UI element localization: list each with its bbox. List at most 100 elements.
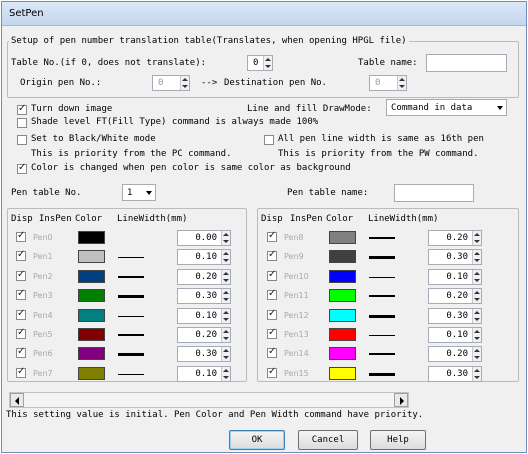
pen-linewidth-spinner[interactable]: 0.10 bbox=[428, 269, 482, 285]
pen-linewidth-spinner[interactable]: 0.20 bbox=[177, 269, 231, 285]
pen-disp-checkbox[interactable] bbox=[16, 288, 26, 300]
pen-width-preview-line bbox=[118, 353, 144, 356]
pen-disp-checkbox[interactable] bbox=[267, 249, 277, 261]
pen-linewidth-spinner[interactable]: 0.30 bbox=[177, 346, 231, 362]
origin-pen-spinner[interactable]: 0 bbox=[152, 75, 190, 91]
pen-linewidth-spin-buttons[interactable] bbox=[221, 347, 230, 361]
pen-label: Pen4 bbox=[33, 311, 53, 320]
pen-color-swatch[interactable] bbox=[78, 250, 105, 263]
pen-linewidth-spinner[interactable]: 0.30 bbox=[428, 249, 482, 265]
turn-down-checkbox[interactable] bbox=[17, 103, 27, 115]
pen-table-no-select[interactable]: 1 bbox=[122, 184, 156, 201]
table-no-spinner[interactable]: 0 bbox=[247, 55, 273, 71]
pen-linewidth-spin-buttons[interactable] bbox=[221, 367, 230, 381]
pen-linewidth-spinner[interactable]: 0.30 bbox=[428, 366, 482, 382]
pen-linewidth-spinner[interactable]: 0.30 bbox=[177, 288, 231, 304]
color-background-checkbox[interactable] bbox=[17, 162, 27, 174]
pen-color-swatch[interactable] bbox=[329, 347, 356, 360]
pen-disp-checkbox[interactable] bbox=[16, 366, 26, 378]
horizontal-scrollbar[interactable] bbox=[9, 392, 409, 408]
shade-level-checkbox[interactable] bbox=[17, 118, 27, 128]
pen-linewidth-spinner[interactable]: 0.10 bbox=[177, 249, 231, 265]
pen-linewidth-spinner[interactable]: 0.10 bbox=[177, 308, 231, 324]
pen-linewidth-spin-buttons[interactable] bbox=[472, 289, 481, 303]
pen-color-swatch[interactable] bbox=[329, 328, 356, 341]
table-no-value: 0 bbox=[253, 58, 259, 68]
pen-color-swatch[interactable] bbox=[329, 231, 356, 244]
pen-linewidth-value: 0.10 bbox=[195, 369, 217, 379]
pen-linewidth-spinner[interactable]: 0.20 bbox=[177, 327, 231, 343]
table-name-field[interactable] bbox=[426, 54, 507, 72]
pen-disp-checkbox[interactable] bbox=[267, 308, 277, 320]
pen-linewidth-spin-buttons[interactable] bbox=[221, 231, 230, 245]
pen-color-swatch[interactable] bbox=[78, 347, 105, 360]
pen-linewidth-spin-buttons[interactable] bbox=[221, 250, 230, 264]
pen-disp-checkbox[interactable] bbox=[267, 327, 277, 339]
scroll-left-button[interactable] bbox=[10, 393, 24, 407]
pen-label: Pen2 bbox=[33, 272, 53, 281]
pen-linewidth-spinner[interactable]: 0.20 bbox=[428, 288, 482, 304]
all-pen-width-checkbox[interactable] bbox=[264, 135, 274, 145]
pen-disp-checkbox[interactable] bbox=[267, 288, 277, 300]
pen-linewidth-spin-buttons[interactable] bbox=[472, 309, 481, 323]
pen-color-swatch[interactable] bbox=[78, 309, 105, 322]
help-button[interactable]: Help bbox=[370, 430, 426, 450]
pen-linewidth-spinner[interactable]: 0.30 bbox=[428, 308, 482, 324]
pen-linewidth-spin-buttons[interactable] bbox=[472, 367, 481, 381]
pen-linewidth-spinner[interactable]: 0.20 bbox=[428, 346, 482, 362]
pen-color-swatch[interactable] bbox=[78, 289, 105, 302]
pen-linewidth-spinner[interactable]: 0.00 bbox=[177, 230, 231, 246]
pen-linewidth-spin-buttons[interactable] bbox=[472, 250, 481, 264]
pen-color-swatch[interactable] bbox=[78, 270, 105, 283]
pen-color-swatch[interactable] bbox=[78, 231, 105, 244]
pen-color-swatch[interactable] bbox=[329, 270, 356, 283]
table-no-label: Table No.(if 0, does not translate): bbox=[11, 58, 207, 68]
pen-color-swatch[interactable] bbox=[329, 250, 356, 263]
pen-linewidth-spin-buttons[interactable] bbox=[221, 328, 230, 342]
pen-linewidth-spin-buttons[interactable] bbox=[472, 347, 481, 361]
pen-disp-checkbox[interactable] bbox=[267, 230, 277, 242]
pen-disp-checkbox[interactable] bbox=[267, 366, 277, 378]
pen-color-swatch[interactable] bbox=[78, 328, 105, 341]
pen-disp-checkbox[interactable] bbox=[16, 249, 26, 261]
table-no-spin-buttons[interactable] bbox=[263, 56, 272, 70]
line-fill-drawmode-select[interactable]: Command in data bbox=[386, 99, 507, 116]
pen-linewidth-spinner[interactable]: 0.20 bbox=[428, 230, 482, 246]
pen-linewidth-value: 0.30 bbox=[446, 311, 468, 321]
pen-disp-checkbox[interactable] bbox=[16, 327, 26, 339]
pen-table-name-label: Pen table name: bbox=[287, 188, 369, 198]
pen-linewidth-spin-buttons[interactable] bbox=[472, 231, 481, 245]
origin-pen-spin-buttons[interactable] bbox=[180, 76, 189, 90]
pen-linewidth-spinner[interactable]: 0.10 bbox=[177, 366, 231, 382]
pen-color-swatch[interactable] bbox=[329, 289, 356, 302]
pen-linewidth-spin-buttons[interactable] bbox=[472, 328, 481, 342]
ok-button[interactable]: OK bbox=[229, 430, 285, 450]
pen-linewidth-spin-buttons[interactable] bbox=[221, 309, 230, 323]
pen-disp-checkbox[interactable] bbox=[16, 230, 26, 242]
pen-linewidth-spin-buttons[interactable] bbox=[221, 289, 230, 303]
pen-disp-checkbox[interactable] bbox=[16, 269, 26, 281]
pen-color-swatch[interactable] bbox=[329, 367, 356, 380]
pen-linewidth-spin-buttons[interactable] bbox=[221, 270, 230, 284]
cancel-button[interactable]: Cancel bbox=[298, 430, 358, 450]
destination-pen-spinner[interactable]: 0 bbox=[369, 75, 407, 91]
pen-color-swatch[interactable] bbox=[329, 309, 356, 322]
pen-width-preview-line bbox=[369, 237, 395, 239]
pen-disp-checkbox[interactable] bbox=[267, 269, 277, 281]
left-header-color: Color bbox=[75, 214, 103, 224]
pen-table-name-field[interactable] bbox=[394, 184, 474, 202]
arrow-left-icon bbox=[15, 397, 19, 405]
pen-linewidth-spin-buttons[interactable] bbox=[472, 270, 481, 284]
pen-linewidth-spinner[interactable]: 0.10 bbox=[428, 327, 482, 343]
pen-color-swatch[interactable] bbox=[78, 367, 105, 380]
all-pen-width-note: This is priority from the PW command. bbox=[278, 149, 479, 159]
pen-disp-checkbox[interactable] bbox=[267, 346, 277, 358]
scroll-right-button[interactable] bbox=[394, 393, 408, 407]
pen-linewidth-value: 0.20 bbox=[195, 330, 217, 340]
pen-disp-checkbox[interactable] bbox=[16, 308, 26, 320]
destination-pen-spin-buttons[interactable] bbox=[397, 76, 406, 90]
pen-disp-checkbox[interactable] bbox=[16, 346, 26, 358]
right-header-linewidth: LineWidth(mm) bbox=[368, 214, 439, 224]
pen-linewidth-value: 0.20 bbox=[446, 291, 468, 301]
black-white-checkbox[interactable] bbox=[17, 135, 27, 145]
